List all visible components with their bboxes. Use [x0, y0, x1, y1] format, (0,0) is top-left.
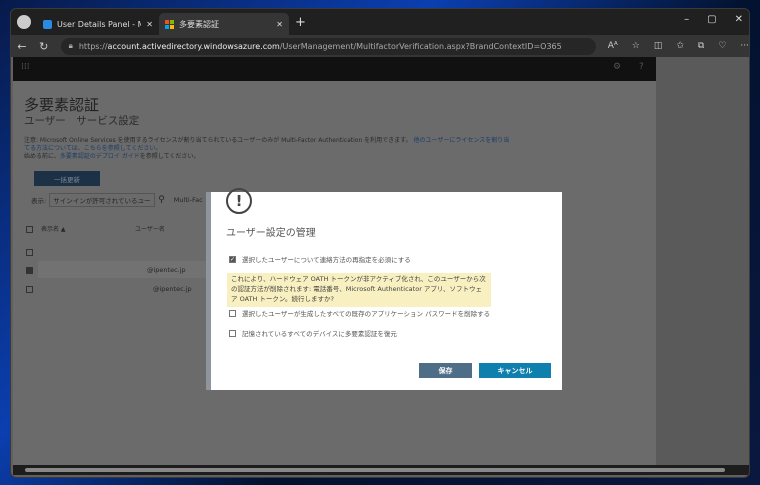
- azure-favicon-icon: [43, 19, 52, 29]
- tab-label: User Details Panel - Microsoft 365: [57, 19, 141, 29]
- settings-gear-icon[interactable]: ⚙: [613, 62, 621, 72]
- view-filter: 表示: サインインが許可されているユー ⌄ ⚲ Multi-Fac: [31, 193, 203, 207]
- horizontal-scrollbar[interactable]: [13, 465, 749, 475]
- address-bar-row: ← ↻ 🔒︎ https://account.activedirectory.w…: [11, 35, 749, 57]
- tab-bar: User Details Panel - Microsoft 365 ✕ 多要素…: [11, 9, 749, 35]
- url-prefix: https://: [78, 41, 108, 51]
- collections-icon[interactable]: ⧉: [698, 41, 704, 51]
- dialog-title: ユーザー設定の管理: [226, 228, 316, 239]
- row-checkbox[interactable]: [26, 249, 33, 256]
- page-subtitle: ユーザー サービス設定: [24, 115, 140, 127]
- column-header-user-name: ユーザー名: [135, 226, 165, 233]
- select-all-checkbox[interactable]: [26, 226, 33, 233]
- url-input[interactable]: 🔒︎ https://account.activedirectory.windo…: [60, 37, 596, 55]
- minimize-button[interactable]: –: [684, 14, 689, 25]
- save-button[interactable]: 保存: [419, 363, 472, 378]
- view-select-value: サインインが許可されているユー: [53, 197, 151, 205]
- bulk-update-button[interactable]: 一括更新: [34, 171, 100, 186]
- row-email: @ipentec.jp: [153, 285, 192, 293]
- checkbox[interactable]: [229, 329, 236, 337]
- restore-mfa-devices-option[interactable]: 記憶されているすべてのデバイスに多要素認証を復元: [229, 328, 397, 338]
- note-text: 始める前に、: [24, 153, 60, 160]
- mfa-status-filter[interactable]: Multi-Fac: [174, 196, 203, 204]
- tab-mfa[interactable]: 多要素認証 ✕: [159, 13, 289, 35]
- refresh-button[interactable]: ↻: [33, 40, 55, 53]
- page-background: [656, 57, 749, 465]
- note-text: を参照してください。: [139, 153, 200, 160]
- cancel-button[interactable]: キャンセル: [479, 363, 551, 378]
- page-title: 多要素認証: [24, 96, 100, 114]
- tab-label: 多要素認証: [179, 19, 219, 29]
- browser-window: User Details Panel - Microsoft 365 ✕ 多要素…: [10, 8, 750, 478]
- read-aloud-icon[interactable]: Aᴬ: [608, 41, 618, 51]
- close-tab-icon[interactable]: ✕: [276, 20, 283, 29]
- require-reregister-option[interactable]: ✓ 選択したユーザーについて連絡方法の再指定を必須にする: [229, 254, 411, 264]
- favorite-star-icon[interactable]: ☆: [632, 41, 640, 51]
- option-label: 選択したユーザーが生成したすべての既存のアプリケーション パスワードを削除する: [242, 310, 491, 318]
- microsoft-favicon-icon: [165, 19, 174, 29]
- option-label: 選択したユーザーについて連絡方法の再指定を必須にする: [242, 256, 411, 264]
- app-launcher-icon[interactable]: ⁞⁞⁞: [21, 62, 30, 72]
- checkbox[interactable]: ✓: [229, 255, 236, 263]
- manage-user-settings-dialog: ! ユーザー設定の管理 ✓ 選択したユーザーについて連絡方法の再指定を必須にする …: [206, 188, 562, 390]
- page: ⁞⁞⁞ ⚙ ? 多要素認証 ユーザー サービス設定 注意: Microsoft …: [11, 57, 749, 477]
- row-checkbox[interactable]: [26, 286, 33, 293]
- deploy-guide-link[interactable]: 多要素認証のデプロイ ガイド: [60, 153, 140, 160]
- url-domain: account.activedirectory.windowsazure.com: [107, 41, 280, 51]
- note-text: 注意: Microsoft Online Services を使用するライセンス…: [24, 137, 412, 144]
- copilot-icon[interactable]: ♡: [718, 41, 726, 51]
- new-tab-button[interactable]: +: [295, 15, 306, 30]
- favorites-icon[interactable]: ✩: [676, 41, 684, 51]
- row-email: @ipentec.jp: [147, 266, 186, 274]
- close-tab-icon[interactable]: ✕: [146, 20, 153, 29]
- license-note: 注意: Microsoft Online Services を使用するライセンス…: [24, 137, 514, 161]
- warning-icon: !: [226, 188, 252, 214]
- view-select[interactable]: サインインが許可されているユー ⌄: [49, 193, 156, 207]
- column-header-display-name[interactable]: 表示名 ▲: [41, 224, 66, 233]
- back-button[interactable]: ←: [11, 40, 33, 53]
- warning-message: これにより、ハードウェア OATH トークンが非アクティブ化され、このユーザーか…: [227, 273, 491, 307]
- checkbox[interactable]: [229, 309, 236, 317]
- help-icon[interactable]: ?: [639, 62, 644, 72]
- maximize-button[interactable]: ▢: [707, 14, 716, 25]
- lock-icon: 🔒︎: [68, 41, 73, 50]
- tab-user-details[interactable]: User Details Panel - Microsoft 365 ✕: [37, 13, 159, 35]
- profile-avatar[interactable]: [17, 15, 31, 29]
- close-window-button[interactable]: ✕: [735, 14, 743, 25]
- option-label: 記憶されているすべてのデバイスに多要素認証を復元: [242, 330, 397, 338]
- delete-app-passwords-option[interactable]: 選択したユーザーが生成したすべての既存のアプリケーション パスワードを削除する: [229, 308, 490, 318]
- row-checkbox[interactable]: [26, 267, 33, 274]
- view-label: 表示:: [31, 197, 47, 205]
- scrollbar-thumb[interactable]: [25, 468, 725, 472]
- url-path: /UserManagement/MultifactorVerification.…: [279, 41, 562, 51]
- more-menu-icon[interactable]: ···: [740, 41, 749, 51]
- split-screen-icon[interactable]: ◫: [654, 41, 663, 51]
- app-top-bar: ⁞⁞⁞ ⚙ ?: [13, 57, 656, 81]
- search-icon[interactable]: ⚲: [158, 195, 165, 205]
